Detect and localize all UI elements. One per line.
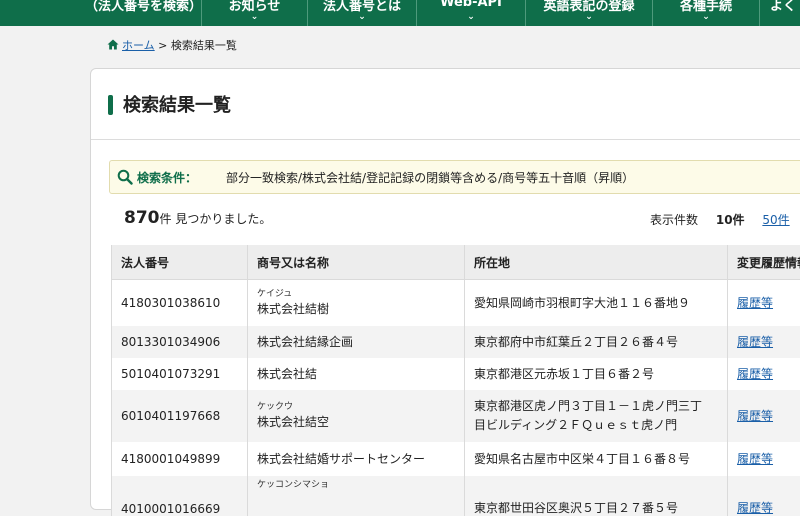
- company-name: 株式会社結: [248, 358, 465, 390]
- nav-item-corporate-search[interactable]: （法人番号を検索）: [85, 0, 202, 26]
- address-cell: 東京都港区虎ノ門３丁目１－１虎ノ門三丁 目ビルディング２ＦＱｕｅｓｔ虎ノ門: [465, 390, 728, 442]
- results-table: 法人番号 商号又は名称 所在地 変更履歴情報 4180301038610 ケイジ…: [111, 245, 800, 516]
- nav-item-procedures[interactable]: 各種手続 ⌄: [653, 0, 760, 26]
- company-kana: ケッコンシマショ: [257, 479, 464, 491]
- breadcrumb: ホーム > 検索結果一覧: [107, 37, 237, 53]
- corporate-number: 6010401197668: [112, 390, 248, 442]
- chevron-down-icon: ⌄: [526, 12, 652, 22]
- breadcrumb-current: 検索結果一覧: [171, 39, 237, 52]
- address: 東京都港区元赤坂１丁目６番２号: [465, 358, 728, 390]
- table-row: 4180301038610 ケイジュ 株式会社結樹 愛知県岡崎市羽根町字大池１１…: [112, 280, 800, 326]
- result-count-number: 870: [124, 208, 160, 228]
- breadcrumb-separator: >: [155, 39, 171, 52]
- history-link[interactable]: 履歴等: [737, 367, 773, 381]
- table-row: 5010401073291 株式会社結 東京都港区元赤坂１丁目６番２号 履歴等: [112, 358, 800, 390]
- per-page-label: 表示件数: [650, 213, 698, 227]
- chevron-down-icon: ⌄: [308, 12, 416, 22]
- per-page-current: 10件: [716, 213, 745, 227]
- results-panel: 検索結果一覧 検索条件： 部分一致検索/株式会社結/登記記録の閉鎖等含める/商号…: [90, 68, 800, 510]
- table-row: 4180001049899 株式会社結婚サポートセンター 愛知県名古屋市中区栄４…: [112, 442, 800, 476]
- address: 愛知県岡崎市羽根町字大池１１６番地９: [465, 280, 728, 326]
- panel-header: 検索結果一覧: [91, 69, 800, 140]
- page-title: 検索結果一覧: [123, 91, 231, 117]
- nav-item-about-number[interactable]: 法人番号とは ⌄: [308, 0, 417, 26]
- column-header-address: 所在地: [465, 245, 728, 280]
- table-row: 6010401197668 ケックウ 株式会社結空 東京都港区虎ノ門３丁目１－１…: [112, 390, 800, 442]
- history-link[interactable]: 履歴等: [737, 452, 773, 466]
- address: 愛知県名古屋市中区栄４丁目１６番８号: [465, 442, 728, 476]
- company-kana: ケイジュ: [257, 288, 464, 300]
- column-header-history: 変更履歴情報: [728, 245, 800, 280]
- company-name: 株式会社結婚サポートセンター: [248, 442, 465, 476]
- chevron-down-icon: ⌄: [202, 12, 307, 22]
- history-link[interactable]: 履歴等: [737, 501, 773, 515]
- company-name: 株式会社結樹: [257, 302, 329, 316]
- search-condition-box: 検索条件： 部分一致検索/株式会社結/登記記録の閉鎖等含める/商号等五十音順（昇…: [109, 160, 800, 194]
- address: 東京都府中市紅葉丘２丁目２６番４号: [465, 326, 728, 358]
- result-count: 870件 見つかりました。: [124, 208, 271, 228]
- column-header-name: 商号又は名称: [248, 245, 465, 280]
- company-name: 株式会社結空: [257, 415, 329, 429]
- nav-item-label: よく: [770, 0, 800, 14]
- history-link[interactable]: 履歴等: [737, 409, 773, 423]
- company-kana: ケックウ: [257, 401, 464, 413]
- search-icon: [117, 169, 133, 185]
- corporate-number: 8013301034906: [112, 326, 248, 358]
- chevron-down-icon: ⌄: [417, 12, 525, 22]
- top-navigation: （法人番号を検索） お知らせ ⌄ 法人番号とは ⌄ Web-API ⌄ 英語表記…: [0, 0, 800, 26]
- breadcrumb-home-link[interactable]: ホーム: [122, 39, 155, 52]
- search-condition-label: 検索条件：: [137, 169, 197, 186]
- address-line-2: 目ビルディング２ＦＱｕｅｓｔ虎ノ門: [474, 416, 727, 435]
- nav-item-english-registration[interactable]: 英語表記の登録 ⌄: [526, 0, 653, 26]
- result-count-suffix: 見つかりました。: [172, 212, 272, 226]
- history-link[interactable]: 履歴等: [737, 335, 773, 349]
- table-header-row: 法人番号 商号又は名称 所在地 変更履歴情報: [112, 245, 800, 280]
- company-name: 株式会社結縁企画: [248, 326, 465, 358]
- table-row: 8013301034906 株式会社結縁企画 東京都府中市紅葉丘２丁目２６番４号…: [112, 326, 800, 358]
- address-line-1: 東京都港区虎ノ門３丁目１－１虎ノ門三丁: [474, 397, 727, 416]
- home-icon: [107, 39, 119, 50]
- company-name-cell: ケイジュ 株式会社結樹: [248, 280, 465, 326]
- nav-item-web-api[interactable]: Web-API ⌄: [417, 0, 526, 26]
- per-page-option-50[interactable]: 50件: [762, 213, 789, 227]
- history-link[interactable]: 履歴等: [737, 296, 773, 310]
- column-header-number: 法人番号: [112, 245, 248, 280]
- title-accent-bar: [108, 95, 113, 115]
- search-condition-text: 部分一致検索/株式会社結/登記記録の閉鎖等含める/商号等五十音順（昇順）: [226, 169, 634, 186]
- nav-item-label: Web-API: [417, 0, 525, 10]
- nav-item-faq[interactable]: よく: [760, 0, 800, 26]
- company-name-cell: ケックウ 株式会社結空: [248, 390, 465, 442]
- corporate-number: 4180301038610: [112, 280, 248, 326]
- corporate-number: 5010401073291: [112, 358, 248, 390]
- per-page-selector: 表示件数 10件 50件 1: [650, 211, 800, 228]
- result-count-unit: 件: [160, 212, 172, 226]
- chevron-down-icon: ⌄: [653, 12, 759, 22]
- corporate-number: 4180001049899: [112, 442, 248, 476]
- nav-item-label: （法人番号を検索）: [85, 0, 201, 14]
- nav-item-news[interactable]: お知らせ ⌄: [202, 0, 308, 26]
